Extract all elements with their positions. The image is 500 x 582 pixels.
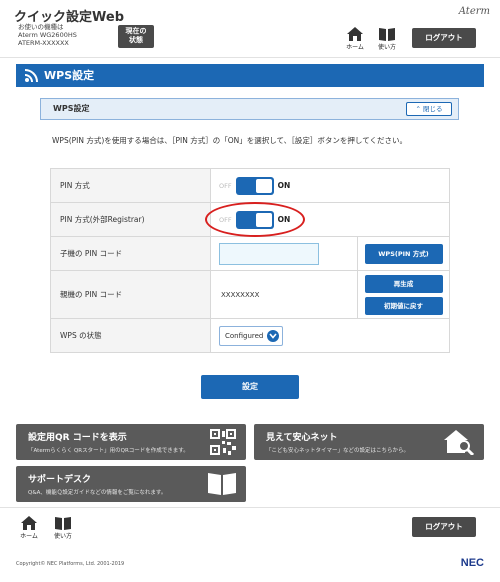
device-model: Aterm WG2600HS xyxy=(18,31,77,39)
row-value: XXXXXXXX xyxy=(210,270,358,319)
home-search-icon xyxy=(444,430,474,455)
footer-manual-button[interactable]: 使い方 xyxy=(50,516,76,540)
book-icon xyxy=(55,517,71,530)
select-value: Configured xyxy=(225,331,264,340)
row-value xyxy=(210,236,358,271)
section-title: WPS設定 xyxy=(53,104,90,113)
qr-code-icon xyxy=(210,429,236,455)
home-button[interactable]: ホーム xyxy=(342,27,368,51)
chevron-up-icon: ⌃ xyxy=(415,105,421,113)
toggle-track[interactable] xyxy=(235,176,274,195)
manual-button[interactable]: 使い方 xyxy=(374,27,400,51)
home-icon xyxy=(347,27,363,41)
footer-home-button[interactable]: ホーム xyxy=(16,516,42,540)
table-row: 子機の PIN コード WPS(PIN 方式) xyxy=(50,236,450,271)
wps-settings-table: PIN 方式 OFF ON PIN 方式(外部Registrar) OFF ON… xyxy=(50,168,450,353)
card-subtitle: Q&A、機能Ｑ設定ガイドなどの情報をご覧になれます。 xyxy=(28,490,167,496)
table-row: PIN 方式 OFF ON xyxy=(50,168,450,203)
row-label: PIN 方式 xyxy=(50,168,211,203)
row-action: WPS(PIN 方式) xyxy=(357,236,450,271)
row-value: OFF ON xyxy=(210,168,450,203)
manual-label: 使い方 xyxy=(53,533,72,540)
qr-code-card[interactable]: 設定用QR コードを表示 「Atermらくらく QRスタート」用のQRコードを作… xyxy=(16,424,246,460)
table-row: 親機の PIN コード XXXXXXXX 再生成 初期値に戻す xyxy=(50,270,450,319)
support-desk-card[interactable]: サポートデスク Q&A、機能Ｑ設定ガイドなどの情報をご覧になれます。 xyxy=(16,466,246,502)
device-line: お使いの機種は xyxy=(18,23,64,31)
device-ssid: ATERM-XXXXXX xyxy=(18,39,69,47)
home-label: ホーム xyxy=(346,44,364,51)
logout-button[interactable]: ログアウト xyxy=(412,28,476,48)
regenerate-button[interactable]: 再生成 xyxy=(364,274,443,293)
home-icon xyxy=(21,516,37,530)
manual-label: 使い方 xyxy=(377,44,396,51)
row-label: WPS の状態 xyxy=(50,318,211,353)
router-pin-value: XXXXXXXX xyxy=(221,290,260,299)
row-value: Configured xyxy=(210,318,450,353)
wifi-icon xyxy=(25,69,38,82)
highlight-annotation xyxy=(205,202,305,237)
toggle-on-label: ON xyxy=(277,181,291,190)
brand-logo: Aterm xyxy=(458,6,490,17)
table-row: WPS の状態 Configured xyxy=(50,318,450,353)
row-label: 子機の PIN コード xyxy=(50,236,211,271)
book-icon xyxy=(208,473,236,495)
mieru-net-card[interactable]: 見えて安心ネット 「こども安心ネットタイマー」などの設定はこちらから。 xyxy=(254,424,484,460)
row-label: PIN 方式(外部Registrar) xyxy=(50,202,211,237)
header: クイック設定Web お使いの機種は Aterm WG2600HS ATERM-X… xyxy=(0,0,500,58)
row-label: 親機の PIN コード xyxy=(50,270,211,319)
nec-logo: NEC xyxy=(460,557,484,569)
card-title: サポートデスク xyxy=(28,475,92,485)
client-pin-input[interactable] xyxy=(219,242,319,265)
current-status-button[interactable]: 現在の 状態 xyxy=(118,25,154,48)
book-icon xyxy=(379,28,395,41)
card-title: 設定用QR コードを表示 xyxy=(28,433,127,443)
page-title-bar: WPS設定 xyxy=(16,64,484,87)
status-button-line2: 状態 xyxy=(129,36,143,44)
page-title: WPS設定 xyxy=(44,69,95,82)
footer-divider xyxy=(0,507,500,508)
card-subtitle: 「こども安心ネットタイマー」などの設定はこちらから。 xyxy=(266,448,410,454)
pin-method-toggle[interactable]: OFF ON xyxy=(219,176,291,195)
submit-button[interactable]: 設定 xyxy=(201,375,299,399)
chevron-down-icon xyxy=(267,329,280,342)
card-title: 見えて安心ネット xyxy=(266,433,338,443)
device-info: お使いの機種は Aterm WG2600HS ATERM-XXXXXX xyxy=(18,23,77,47)
collapse-button[interactable]: ⌃ 閉じる xyxy=(406,102,452,116)
wps-pin-button[interactable]: WPS(PIN 方式) xyxy=(364,243,443,264)
status-button-line1: 現在の xyxy=(125,27,147,35)
section-header: WPS設定 ⌃ 閉じる xyxy=(40,98,459,120)
card-subtitle: 「Atermらくらく QRスタート」用のQRコードを作成できます。 xyxy=(28,448,189,454)
wps-status-select[interactable]: Configured xyxy=(219,325,284,346)
copyright: Copyright© NEC Platforms, Ltd. 2001-2019 xyxy=(16,561,125,567)
reset-default-button[interactable]: 初期値に戻す xyxy=(364,296,443,315)
collapse-label: 閉じる xyxy=(423,105,443,113)
footer-logout-button[interactable]: ログアウト xyxy=(412,517,476,537)
section-description: WPS(PIN 方式)を使用する場合は、［PIN 方式］の「ON」を選択して、［… xyxy=(52,136,407,145)
home-label: ホーム xyxy=(20,533,38,540)
toggle-knob xyxy=(255,178,272,193)
toggle-off-label: OFF xyxy=(219,181,232,190)
row-action: 再生成 初期値に戻す xyxy=(357,270,450,319)
